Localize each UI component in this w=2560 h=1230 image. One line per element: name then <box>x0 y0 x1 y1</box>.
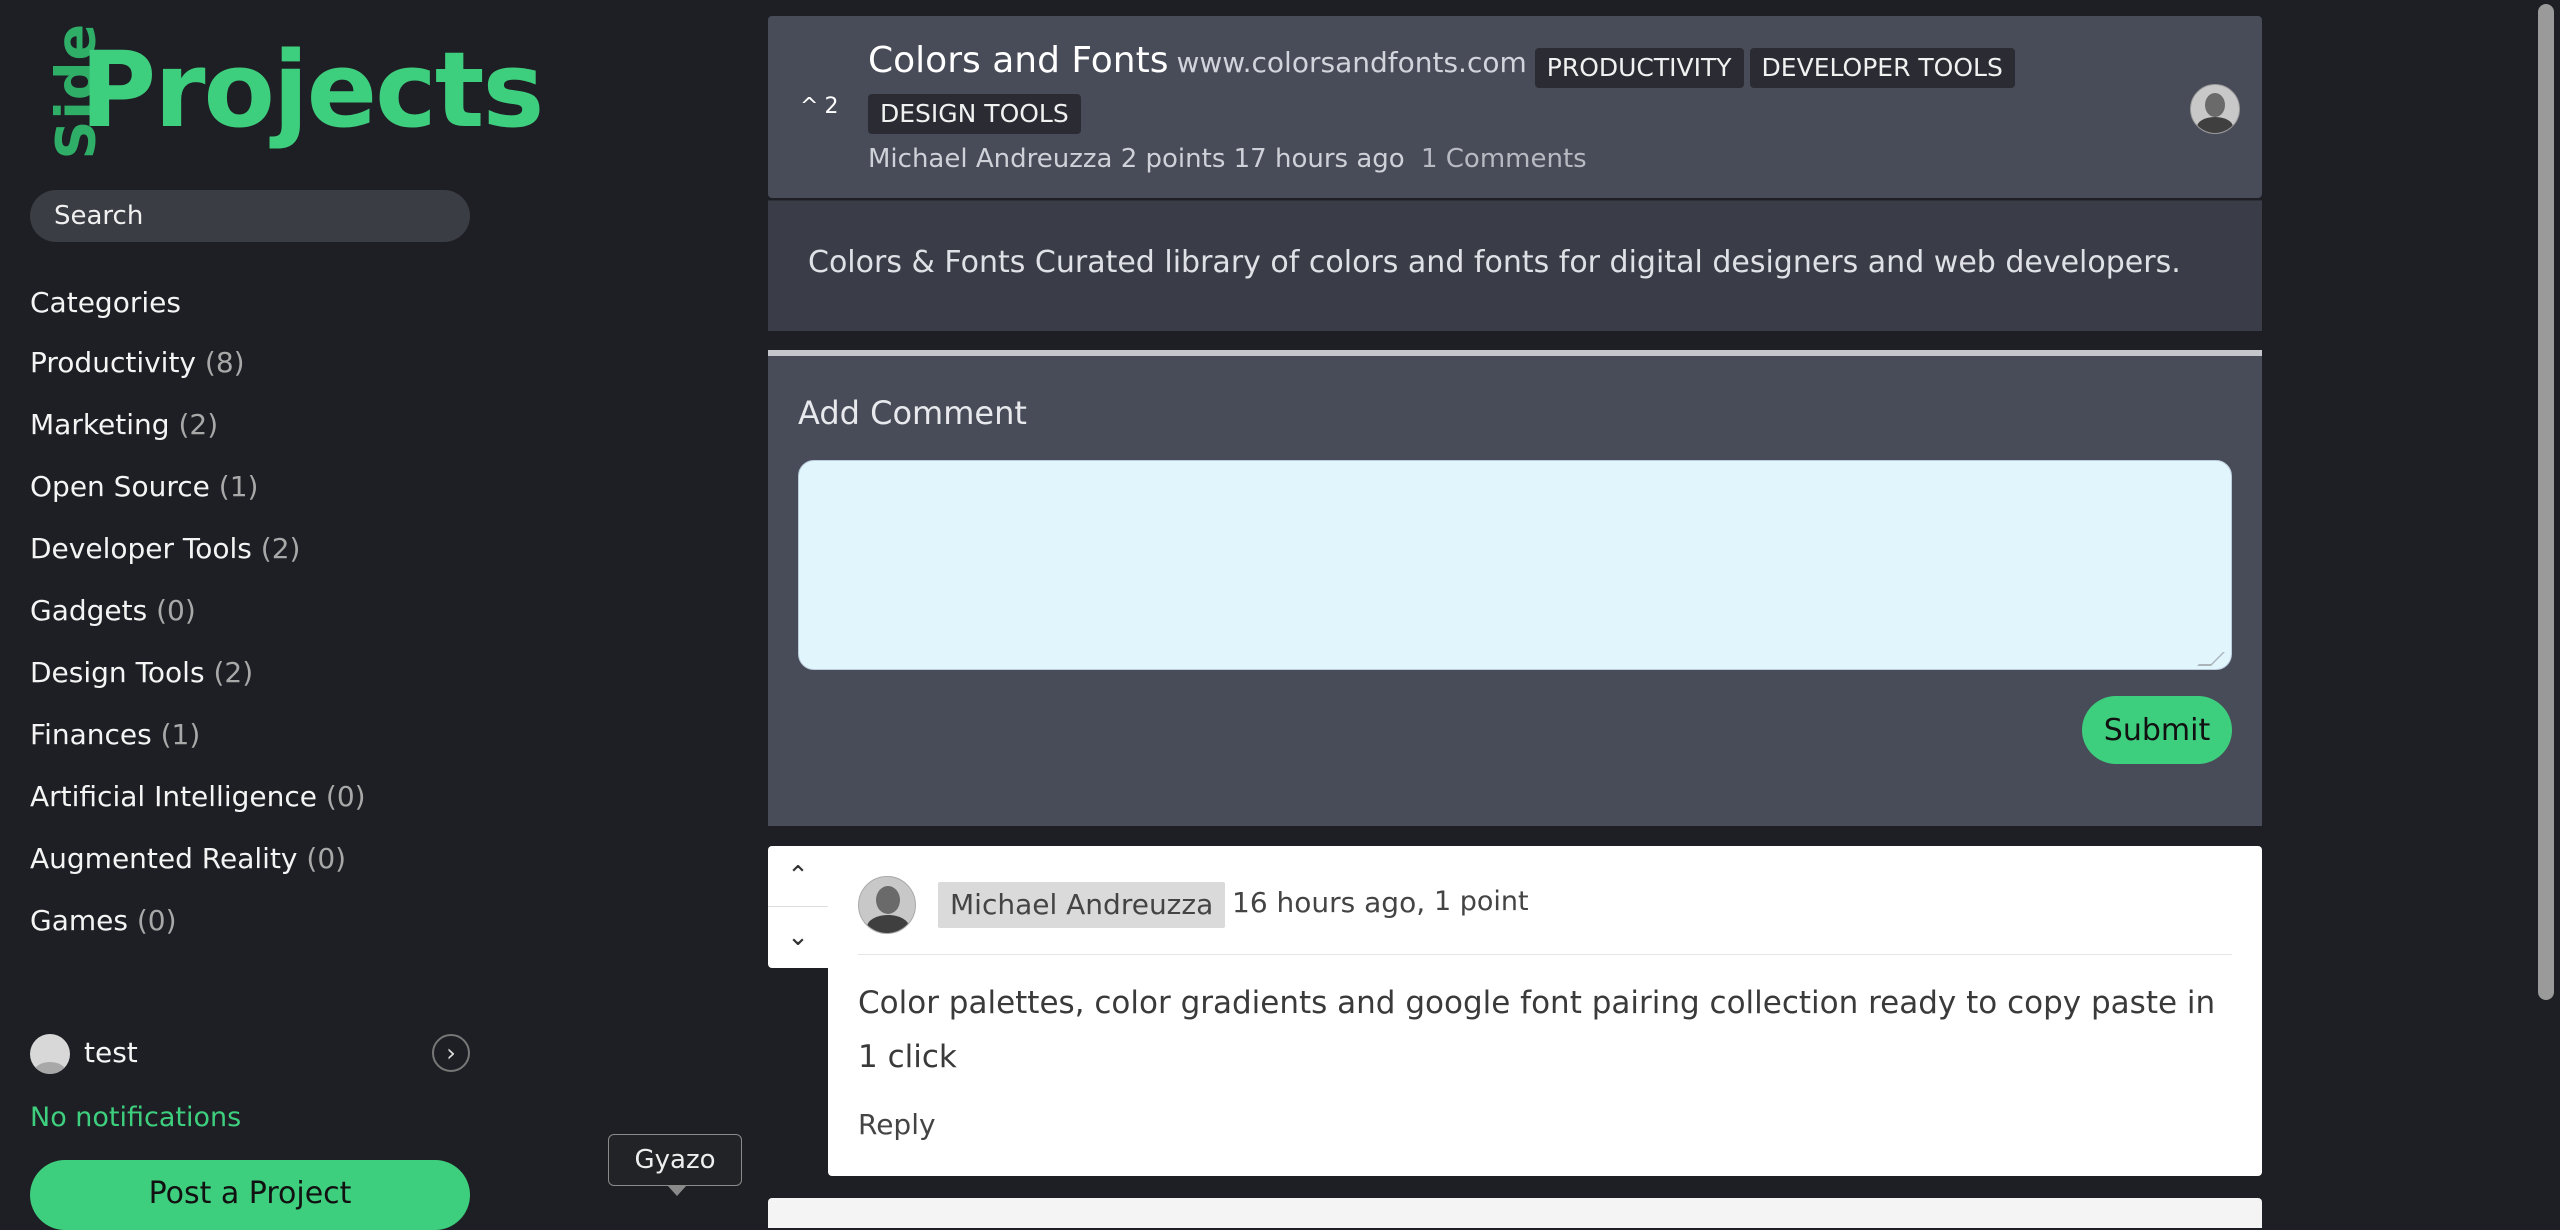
chevron-up-icon[interactable]: ^ <box>800 94 818 119</box>
category-name: Finances <box>30 718 152 751</box>
category-count: (2) <box>213 656 254 689</box>
category-count: (2) <box>178 408 219 441</box>
category-list: Productivity (8) Marketing (2) Open Sour… <box>30 346 366 966</box>
category-name: Developer Tools <box>30 532 252 565</box>
post-author[interactable]: Michael Andreuzza <box>868 144 1112 174</box>
notifications-status[interactable]: No notifications <box>30 1102 241 1133</box>
category-finances[interactable]: Finances (1) <box>30 718 366 780</box>
gyazo-tooltip: Gyazo <box>608 1134 742 1196</box>
post-description: Colors & Fonts Curated library of colors… <box>808 245 2181 280</box>
scrollbar-thumb[interactable] <box>2538 4 2554 1000</box>
category-artificial-intelligence[interactable]: Artificial Intelligence (0) <box>30 780 366 842</box>
category-gadgets[interactable]: Gadgets (0) <box>30 594 366 656</box>
category-name: Artificial Intelligence <box>30 780 317 813</box>
category-design-tools[interactable]: Design Tools (2) <box>30 656 366 718</box>
user-name[interactable]: test <box>84 1036 138 1069</box>
comment-body: Color palettes, color gradients and goog… <box>858 985 2216 1075</box>
tag-design-tools[interactable]: DESIGN TOOLS <box>868 93 1081 134</box>
user-avatar[interactable] <box>30 1034 70 1074</box>
category-open-source[interactable]: Open Source (1) <box>30 470 366 532</box>
comment-textarea[interactable] <box>798 460 2232 670</box>
post-vote-count: 2 <box>824 94 839 119</box>
category-name: Marketing <box>30 408 170 441</box>
category-marketing[interactable]: Marketing (2) <box>30 408 366 470</box>
chevron-right-icon[interactable]: › <box>432 1034 470 1072</box>
chevron-up-icon[interactable]: ⌃ <box>768 846 828 907</box>
comment-author-avatar[interactable] <box>858 876 916 934</box>
reply-button[interactable]: Reply <box>858 1108 936 1141</box>
category-augmented-reality[interactable]: Augmented Reality (0) <box>30 842 366 904</box>
categories-heading: Categories <box>30 286 181 319</box>
chevron-down-icon[interactable]: ⌄ <box>768 907 828 967</box>
category-name: Productivity <box>30 346 196 379</box>
category-count: (0) <box>325 780 366 813</box>
category-count: (1) <box>218 470 259 503</box>
add-comment-title: Add Comment <box>798 394 1027 432</box>
avatar-head <box>2205 93 2225 117</box>
post-header-card: ^ 2 Colors and Fonts www.colorsandfonts.co… <box>768 16 2262 198</box>
category-count: (0) <box>306 842 347 875</box>
category-name: Augmented Reality <box>30 842 298 875</box>
comment-vote-controls: ⌃ ⌄ <box>768 846 828 968</box>
tag-developer-tools[interactable]: DEVELOPER TOOLS <box>1749 47 2015 88</box>
category-developer-tools[interactable]: Developer Tools (2) <box>30 532 366 594</box>
tag-productivity[interactable]: PRODUCTIVITY <box>1534 47 1744 88</box>
comment-time: 16 hours ago, <box>1232 886 1426 919</box>
category-name: Gadgets <box>30 594 148 627</box>
category-count: (0) <box>156 594 196 627</box>
category-name: Games <box>30 904 128 937</box>
submit-button[interactable]: Submit <box>2082 696 2232 764</box>
category-count: (8) <box>204 346 245 379</box>
post-meta: Michael Andreuzza 2 points 17 hours ago … <box>868 144 1587 174</box>
avatar-body <box>2197 117 2233 133</box>
add-comment-form: Add Comment Submit <box>768 350 2262 826</box>
avatar-head <box>876 886 900 914</box>
post-project-button[interactable]: Post a Project <box>30 1160 470 1230</box>
category-count: (1) <box>160 718 201 751</box>
category-name: Design Tools <box>30 656 205 689</box>
post-title-line: Colors and Fonts www.colorsandfonts.com PR… <box>868 38 2108 136</box>
search-input[interactable] <box>30 190 470 242</box>
comment-author[interactable]: Michael Andreuzza <box>938 882 1226 928</box>
post-upvote[interactable]: ^ 2 <box>800 94 838 119</box>
post-points-time: 2 points 17 hours ago <box>1120 144 1405 174</box>
post-author-avatar[interactable] <box>2190 84 2240 134</box>
comment-divider <box>858 954 2232 955</box>
comment-card: Michael Andreuzza 16 hours ago, 1 point … <box>828 846 2262 1176</box>
scrollbar-track[interactable] <box>2530 0 2560 1222</box>
category-name: Open Source <box>30 470 210 503</box>
category-count: (0) <box>136 904 177 937</box>
site-logo[interactable]: Side Projects <box>28 20 545 170</box>
comment-points: 1 point <box>1434 886 1529 917</box>
sidebar: Side Projects Categories Productivity (8… <box>0 0 545 1230</box>
next-comment-card <box>768 1198 2262 1228</box>
category-count: (2) <box>260 532 301 565</box>
post-url[interactable]: www.colorsandfonts.com <box>1177 46 1527 79</box>
user-row[interactable]: test › <box>30 1030 470 1080</box>
post-comments-link[interactable]: 1 Comments <box>1421 144 1587 174</box>
category-productivity[interactable]: Productivity (8) <box>30 346 366 408</box>
logo-projects-text: Projects <box>80 29 544 151</box>
post-description-box: Colors & Fonts Curated library of colors… <box>768 200 2262 331</box>
avatar-body <box>867 915 909 933</box>
category-games[interactable]: Games (0) <box>30 904 366 966</box>
post-title[interactable]: Colors and Fonts <box>868 40 1169 81</box>
